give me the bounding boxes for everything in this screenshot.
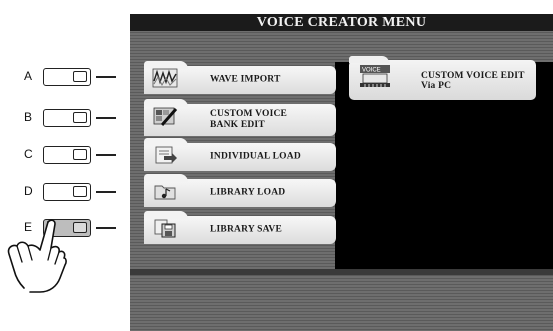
hw-connector-line xyxy=(96,117,116,119)
page-title: VOICE CREATOR MENU xyxy=(130,14,553,31)
hw-button-c[interactable] xyxy=(43,146,91,164)
hw-button-b[interactable] xyxy=(43,109,91,127)
hw-letter-d: D xyxy=(24,184,33,198)
menu-tab-label: LIBRARY LOAD xyxy=(210,187,286,198)
menu-tab-custom-voice-edit-via-pc[interactable]: VOICE CUSTOM VOICE EDIT Via PC xyxy=(349,56,536,100)
hw-letter-c: C xyxy=(24,147,33,161)
waveform-icon xyxy=(152,68,178,88)
menu-tab-label: INDIVIDUAL LOAD xyxy=(210,151,301,162)
hw-letter-b: B xyxy=(24,110,33,124)
menu-tab-label: CUSTOM VOICE BANK EDIT xyxy=(210,109,288,130)
hw-button-a[interactable] xyxy=(43,68,91,86)
menu-tab-label: CUSTOM VOICE EDIT Via PC xyxy=(421,71,525,91)
menu-tab-custom-voice-bank-edit[interactable]: CUSTOM VOICE BANK EDIT xyxy=(144,99,336,136)
lcd-screen: VOICE CREATOR MENU WAVE IMPORT CUSTOM VO… xyxy=(130,14,553,331)
divider-strip xyxy=(130,269,553,275)
keyboard-pc-icon: VOICE xyxy=(360,65,390,87)
palette-brush-icon xyxy=(153,107,178,126)
hw-connector-line xyxy=(96,227,116,229)
voice-badge-text: VOICE xyxy=(362,68,381,74)
hw-connector-line xyxy=(96,76,116,78)
menu-tab-label: WAVE IMPORT xyxy=(210,74,281,85)
folder-arrow-icon xyxy=(155,146,177,164)
pointing-hand-icon xyxy=(7,219,67,293)
menu-tab-individual-load[interactable]: INDIVIDUAL LOAD xyxy=(144,138,336,171)
hw-connector-line xyxy=(96,154,116,156)
hw-button-d[interactable] xyxy=(43,183,91,201)
menu-tab-label: LIBRARY SAVE xyxy=(210,224,283,235)
floppy-save-icon xyxy=(154,219,176,238)
hw-letter-a: A xyxy=(24,69,33,83)
hw-connector-line xyxy=(96,191,116,193)
folder-note-icon xyxy=(154,185,176,200)
menu-tab-library-save[interactable]: LIBRARY SAVE xyxy=(144,211,336,244)
menu-tab-wave-import[interactable]: WAVE IMPORT xyxy=(144,61,336,94)
menu-tab-library-load[interactable]: LIBRARY LOAD xyxy=(144,174,336,207)
